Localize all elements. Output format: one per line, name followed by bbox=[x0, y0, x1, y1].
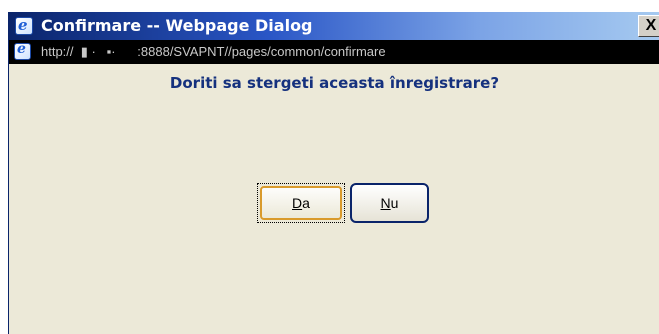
dialog-window: e Confirmare -- Webpage Dialog X e http:… bbox=[8, 12, 659, 334]
yes-button[interactable]: Da bbox=[257, 183, 345, 223]
close-icon: X bbox=[645, 17, 657, 34]
ie-icon: e bbox=[15, 16, 33, 35]
address-bar: e http:// ▮ · ▪· :8888/SVAPNT//pages/com… bbox=[9, 40, 659, 64]
yes-button-label: Da bbox=[292, 195, 310, 211]
window-title: Confirmare -- Webpage Dialog bbox=[41, 16, 313, 35]
address-url: http:// ▮ · ▪· :8888/SVAPNT//pages/commo… bbox=[41, 44, 386, 59]
ie-icon: e bbox=[14, 41, 31, 60]
close-button[interactable]: X bbox=[638, 15, 659, 37]
no-button[interactable]: Nu bbox=[350, 183, 429, 223]
no-button-label: Nu bbox=[380, 195, 399, 211]
confirmation-message: Doriti sa stergeti aceasta înregistrare? bbox=[169, 74, 500, 92]
title-bar[interactable]: e Confirmare -- Webpage Dialog X bbox=[9, 12, 659, 40]
